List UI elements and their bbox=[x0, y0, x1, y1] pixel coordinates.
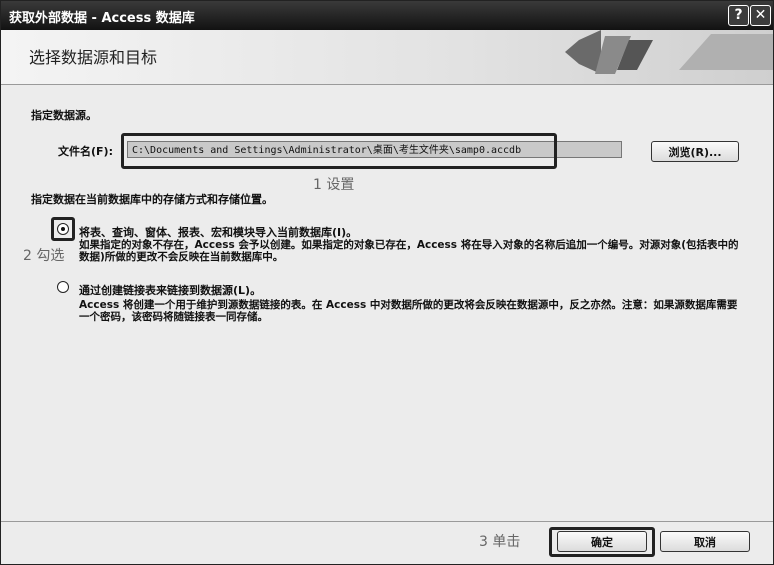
page-title: 选择数据源和目标 bbox=[29, 48, 158, 67]
browse-button[interactable]: 浏览(R)... bbox=[651, 141, 739, 162]
help-icon: ? bbox=[734, 7, 743, 23]
file-name-label: 文件名(F): bbox=[58, 145, 113, 158]
option-link-description: Access 将创建一个用于维护到源数据链接的表。在 Access 中对数据所做… bbox=[79, 299, 738, 323]
window-title: 获取外部数据 - Access 数据库 bbox=[9, 11, 195, 26]
source-heading: 指定数据源。 bbox=[31, 109, 97, 122]
title-bar: 获取外部数据 - Access 数据库 ? ✕ bbox=[1, 1, 773, 30]
header-banner: 选择数据源和目标 bbox=[1, 30, 773, 85]
highlight-box-radio bbox=[51, 217, 75, 241]
close-icon: ✕ bbox=[754, 7, 767, 23]
highlight-box-path bbox=[121, 133, 557, 169]
cancel-button[interactable]: 取消 bbox=[660, 531, 750, 552]
option-import-description: 如果指定的对象不存在，Access 会予以创建。如果指定的对象已存在，Acces… bbox=[79, 239, 739, 263]
storage-heading: 指定数据在当前数据库中的存储方式和存储位置。 bbox=[31, 193, 273, 206]
radio-link[interactable] bbox=[57, 281, 69, 293]
annotation-step3: 3 单击 bbox=[479, 534, 521, 550]
help-button[interactable]: ? bbox=[728, 5, 749, 26]
banner-decoration-icon bbox=[565, 30, 773, 74]
annotation-step2: 2 勾选 bbox=[23, 248, 65, 264]
import-dialog: 获取外部数据 - Access 数据库 ? ✕ 选择数据源和目标 指定数据源。 … bbox=[0, 0, 774, 565]
option-link-label[interactable]: 通过创建链接表来链接到数据源(L)。 bbox=[79, 282, 261, 298]
option-import-label[interactable]: 将表、查询、窗体、报表、宏和模块导入当前数据库(I)。 bbox=[79, 224, 357, 240]
ok-button[interactable]: 确定 bbox=[557, 531, 647, 552]
footer-divider bbox=[1, 521, 773, 522]
annotation-step1: 1 设置 bbox=[313, 177, 355, 193]
close-button[interactable]: ✕ bbox=[750, 5, 771, 26]
